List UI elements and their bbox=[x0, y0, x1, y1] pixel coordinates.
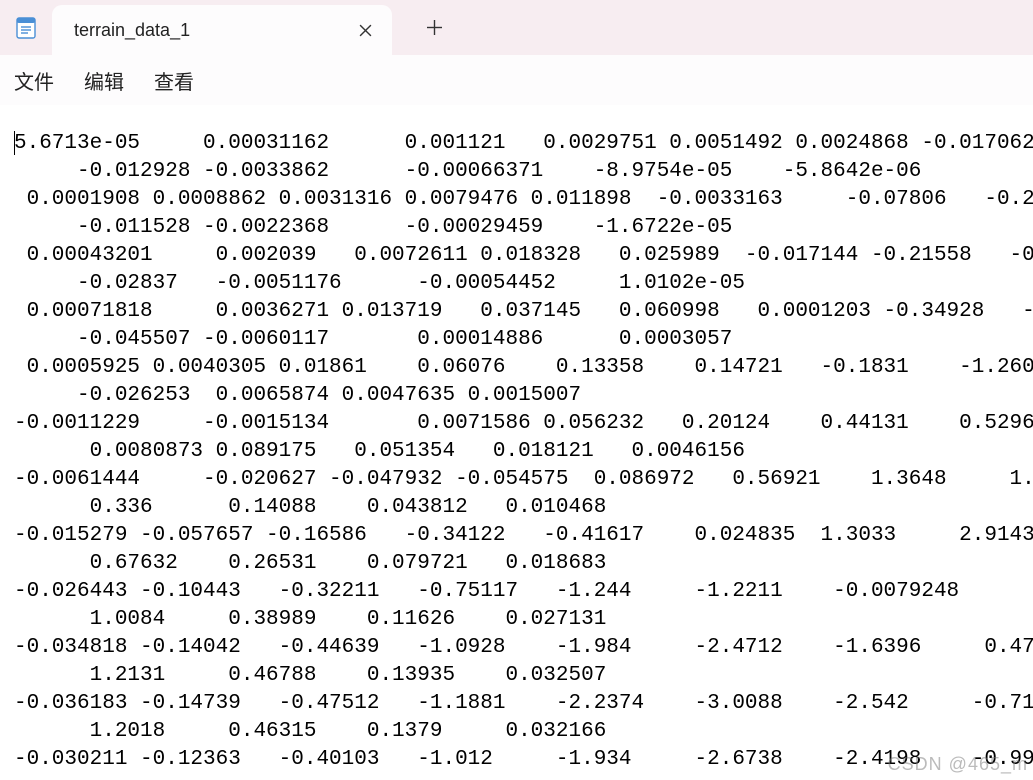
text-content[interactable]: 5.6713e-05 0.00031162 0.001121 0.0029751… bbox=[0, 105, 1033, 774]
tab-title: terrain_data_1 bbox=[74, 20, 344, 41]
titlebar: terrain_data_1 bbox=[0, 0, 1033, 55]
menu-view[interactable]: 查看 bbox=[154, 66, 194, 95]
menubar: 文件 编辑 查看 bbox=[0, 55, 1033, 105]
tab-active[interactable]: terrain_data_1 bbox=[52, 5, 392, 55]
notepad-app-icon bbox=[12, 14, 40, 42]
menu-edit[interactable]: 编辑 bbox=[84, 66, 124, 95]
close-icon[interactable] bbox=[356, 21, 374, 39]
menu-file[interactable]: 文件 bbox=[14, 66, 54, 95]
watermark: CSDN @465_m bbox=[888, 754, 1028, 775]
new-tab-button[interactable] bbox=[410, 20, 458, 35]
